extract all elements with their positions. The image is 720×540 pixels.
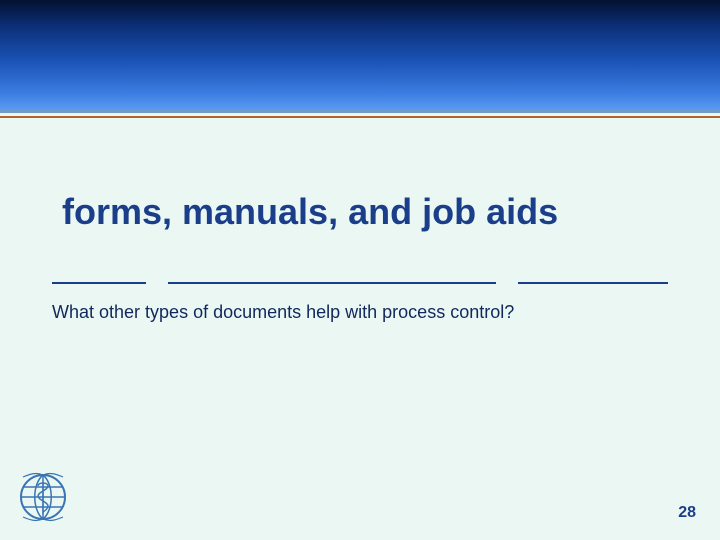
header-rule-blue [0, 110, 720, 113]
header-band [0, 0, 720, 110]
underline-segment [52, 282, 146, 284]
underline-segment [168, 282, 496, 284]
title-underline [52, 282, 668, 284]
body-text: What other types of documents help with … [52, 300, 668, 324]
who-logo-icon [18, 472, 68, 522]
header-rule-orange [0, 116, 720, 118]
slide-title: forms, manuals, and job aids [62, 192, 658, 232]
underline-segment [518, 282, 668, 284]
page-number: 28 [678, 504, 696, 522]
slide: forms, manuals, and job aids What other … [0, 0, 720, 540]
